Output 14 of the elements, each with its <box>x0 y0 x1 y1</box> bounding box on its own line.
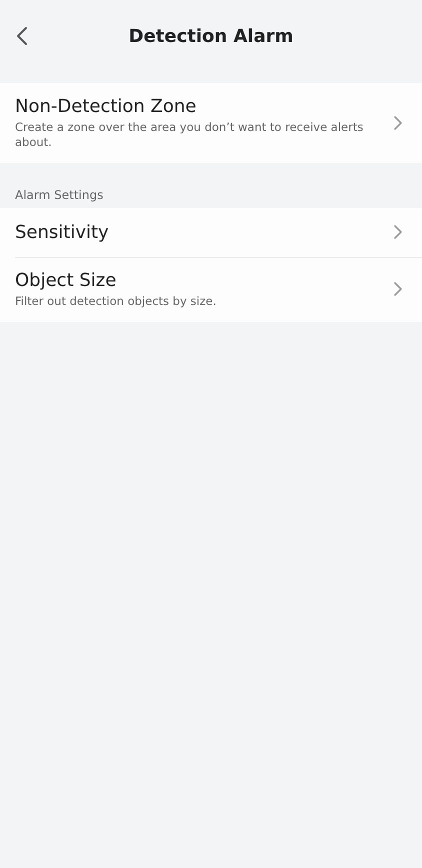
row-title: Object Size <box>15 270 118 291</box>
chevron-icon <box>394 282 402 296</box>
settings-row[interactable]: Object Size Filter out detection objects by size. <box>0 256 422 322</box>
chevron-icon <box>394 225 402 240</box>
row-title: Sensitivity <box>15 222 110 243</box>
settings-row[interactable]: Non-Detection Zone Create a zone over the area you don’t want to receive alerts about. <box>0 83 422 163</box>
row-title: Non-Detection Zone <box>15 96 198 117</box>
back-icon[interactable] <box>16 26 28 46</box>
section-label: Alarm Settings <box>14 186 104 204</box>
page-title: Detection Alarm <box>128 26 294 46</box>
row-description: Create a zone over the area you don’t want to receive alerts about. <box>15 120 364 150</box>
settings-row[interactable]: Sensitivity <box>0 208 422 257</box>
chevron-icon <box>394 116 402 130</box>
row-description: Filter out detection objects by size. <box>15 294 218 309</box>
